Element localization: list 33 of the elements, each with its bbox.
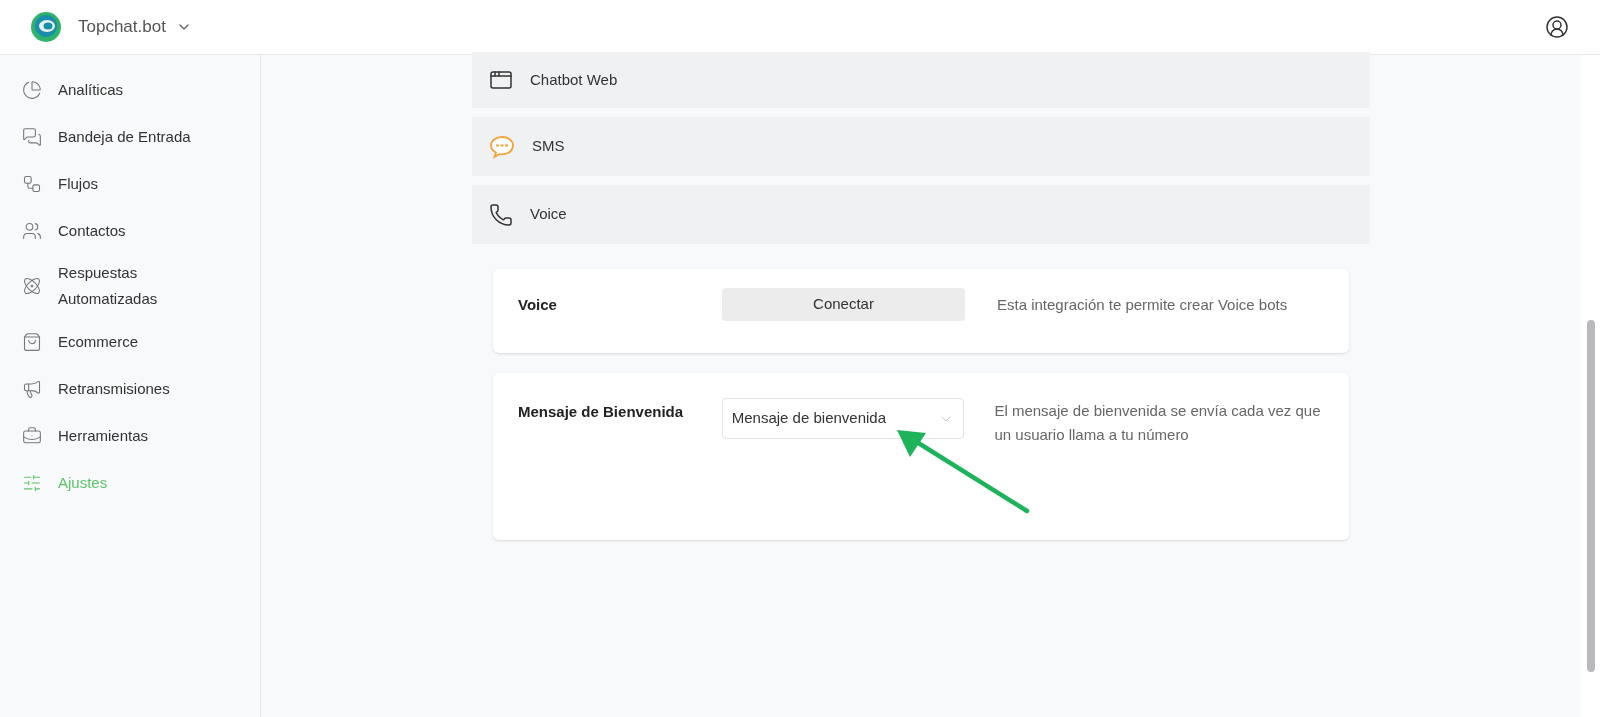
message-select[interactable]: Mensaje de bienvenida [721,398,965,439]
atom-icon [22,276,42,296]
sidebar-item[interactable]: Respuestas Automatizadas [22,254,260,318]
flow-nodes-icon [22,173,42,194]
channel-row[interactable]: Chatbot Web [472,52,1370,108]
sidebar-item[interactable]: Retransmisiones [22,365,260,412]
shopping-bag-icon [22,331,42,352]
briefcase-icon [22,425,42,446]
brand-name: Topchat.bot [78,16,166,39]
sidebar-item[interactable]: Flujos [22,160,260,207]
speech-bubble-icon [489,134,515,159]
megaphone-icon [22,378,42,399]
sliders-icon [22,472,42,493]
card-title: Mensaje de Bienvenida [518,402,685,422]
user-account-icon[interactable] [1545,15,1569,39]
channel-row[interactable]: Voice [472,185,1370,244]
card-description: El mensaje de bienvenida se envía cada vez que un usuario llama a tu número [994,401,1322,445]
sidebar-item[interactable]: Analíticas [22,66,260,113]
logo-icon [30,11,62,43]
phone-icon [489,202,513,227]
sidebar-item[interactable]: Bandeja de Entrada [22,113,260,160]
sidebar-item[interactable]: Contactos [22,207,260,254]
card-title: Voice [518,295,558,315]
channel-row[interactable]: SMS [472,117,1370,176]
sidebar-item[interactable]: Herramientas [22,412,260,459]
sidebar-item[interactable]: Ecommerce [22,318,260,365]
scrollbar-thumb[interactable] [1587,320,1595,672]
chat-bubbles-icon [22,126,42,147]
card-description: Esta integración te permite crear Voice bots [997,295,1288,315]
connect-button[interactable]: Conectar [722,288,965,321]
pie-chart-icon [22,79,42,100]
browser-window-icon [489,68,513,92]
people-icon [22,220,42,241]
